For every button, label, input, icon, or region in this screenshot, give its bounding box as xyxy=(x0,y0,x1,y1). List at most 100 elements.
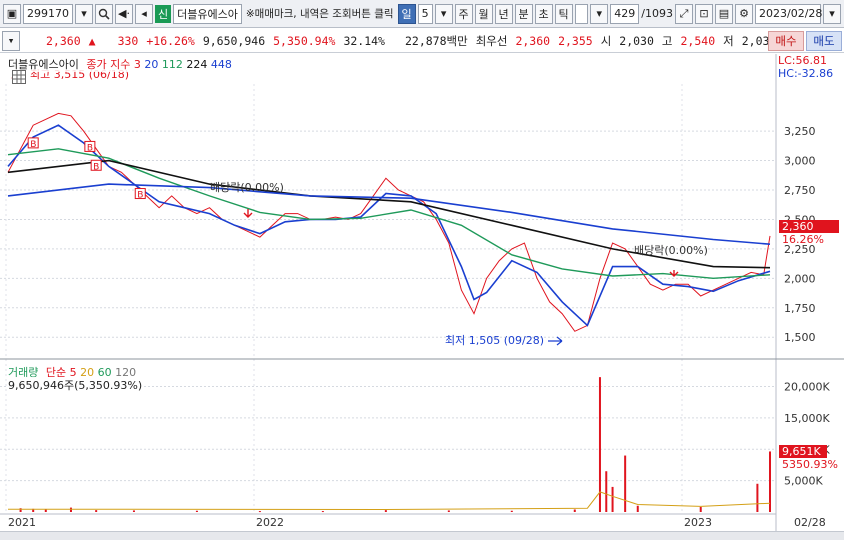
volume-bar xyxy=(258,511,261,513)
current-price: 2,360 xyxy=(46,33,81,48)
period-minute-button[interactable]: 분 xyxy=(514,3,533,24)
period-week-button[interactable]: 주 xyxy=(454,3,473,24)
interval-select[interactable] xyxy=(574,3,589,24)
sound-icon[interactable]: ◀· xyxy=(115,3,133,24)
buy-button[interactable]: 매수 xyxy=(768,31,804,51)
legend-ma448: 448 xyxy=(210,58,232,71)
sell-button[interactable]: 매도 xyxy=(806,31,842,51)
grid-toggle-icon[interactable] xyxy=(12,70,26,84)
count-total: /1093 xyxy=(641,7,673,20)
price-tick-label: 3,250 xyxy=(784,125,816,138)
volume-bar xyxy=(69,507,72,512)
gear-icon[interactable]: ⚙ xyxy=(735,3,753,24)
stock-name: 더블유에스아 xyxy=(173,3,242,24)
volume-tick-label: 20,000K xyxy=(784,381,830,394)
lock-icon[interactable]: ⊡ xyxy=(695,3,713,24)
period-dropdown-icon[interactable]: ▾ xyxy=(434,3,453,24)
open-price: 2,030 xyxy=(619,33,654,48)
price-tick-label: 1,500 xyxy=(784,331,816,344)
dividend-annotation-1: 배당락(0.00%) xyxy=(210,181,284,194)
legend-ma224: 224 xyxy=(186,58,208,71)
bid-price-1: 2,360 xyxy=(515,33,551,48)
dividend-annotation-2: 배당락(0.00%) xyxy=(634,244,708,257)
low-label: 저 xyxy=(723,33,734,48)
search-icon[interactable] xyxy=(95,3,113,24)
turnover-value: 32.14% xyxy=(343,33,385,48)
volume-tick-label: 5,000K xyxy=(784,475,823,488)
open-label: 시 xyxy=(600,33,612,48)
legend-close-label: 종가 지수 3 xyxy=(86,58,141,71)
volume-bar xyxy=(756,483,759,512)
volume-bar xyxy=(195,510,198,512)
current-volume-tag-label: 9,651K xyxy=(782,445,821,458)
volume-bar xyxy=(605,471,608,512)
x-axis-label: 2021 xyxy=(8,516,36,529)
price-change: 330 xyxy=(117,33,139,48)
legend-ma112: 112 xyxy=(161,58,183,71)
high-label: 고 xyxy=(661,33,673,48)
volume-ratio: 5,350.94% xyxy=(273,33,336,48)
bid-price-2: 2,355 xyxy=(558,33,593,48)
period-second-button[interactable]: 초 xyxy=(534,3,553,24)
volume-bar xyxy=(510,510,513,512)
stock-code-input[interactable]: 299170 xyxy=(23,3,73,24)
current-price-tag-label: 2,360 xyxy=(782,220,814,233)
volume-bar xyxy=(624,455,627,512)
volume-tick-label: 15,000K xyxy=(784,412,830,425)
period-year-button[interactable]: 년 xyxy=(494,3,513,24)
x-axis-label: 2023 xyxy=(684,516,712,529)
volume-bar xyxy=(573,509,576,512)
date-input[interactable]: 2023/02/28 xyxy=(755,3,822,24)
b-marker-label: B xyxy=(87,143,93,153)
chart-area[interactable]: B BBB 3,2503,0002,7502,5002,2502,0001,750… xyxy=(0,54,844,531)
period-day-button[interactable]: 일 xyxy=(397,3,416,24)
volume-bar xyxy=(611,486,614,512)
current-volume-pct: 5350.93% xyxy=(782,458,838,471)
volume-bar xyxy=(447,510,450,512)
price-legend: 더블유에스아이 종가 지수 3 20 112 224 448 xyxy=(8,56,232,72)
b-marker-label: B xyxy=(93,162,99,172)
hc-indicator: HC:-32.86 xyxy=(778,67,833,80)
notice-text: ※매매마크, 내역은 조회버튼 클릭 xyxy=(245,8,394,20)
low-annotation: 최저 1,505 (09/28) xyxy=(445,334,544,347)
high-price: 2,540 xyxy=(680,33,716,48)
price-tick-label: 2,000 xyxy=(784,272,816,285)
volume-bar xyxy=(384,510,387,512)
period-tick-button[interactable]: 틱 xyxy=(554,3,573,24)
toolbar: ▣ 299170 ▾ ◀· ◂ 신 더블유에스아 ※매매마크, 내역은 조회버튼… xyxy=(0,0,844,28)
interval-dropdown-icon[interactable]: ▾ xyxy=(590,3,609,24)
volume-bar xyxy=(699,506,702,512)
credit-badge: 신 xyxy=(155,4,172,23)
volume-value: 9,650,946 xyxy=(202,33,266,48)
volume-bar xyxy=(321,511,324,513)
prev-stock-button[interactable]: ◂ xyxy=(135,3,153,24)
volume-bar xyxy=(132,510,135,512)
volume-bar xyxy=(636,505,639,512)
trade-amount: 22,878백만 xyxy=(404,33,468,48)
price-tick-label: 3,000 xyxy=(784,155,816,168)
code-dropdown-icon[interactable]: ▾ xyxy=(75,3,93,24)
volume-bar xyxy=(95,510,98,512)
current-pct-label: 16.26% xyxy=(782,233,824,246)
legend-ma20: 20 xyxy=(144,58,159,71)
x-axis-label: 02/28 xyxy=(794,516,826,529)
expand-icon[interactable]: ⤢ xyxy=(675,3,693,24)
price-tick-label: 2,750 xyxy=(784,184,816,197)
calendar-dropdown-icon[interactable]: ▾ xyxy=(823,3,841,24)
panel-toggle-icon[interactable]: ▣ xyxy=(3,3,21,24)
up-arrow-icon: ▲ xyxy=(88,33,96,48)
count-current-input[interactable]: 429 xyxy=(610,3,640,24)
price-change-pct: +16.26% xyxy=(146,33,195,48)
chart-scrollbar[interactable] xyxy=(0,531,844,540)
x-axis-label: 2022 xyxy=(256,516,284,529)
period-value-input[interactable]: 5 xyxy=(417,3,433,24)
b-marker-label: B xyxy=(30,140,36,150)
price-tick-label: 1,750 xyxy=(784,302,816,315)
pref-label: 최우선 xyxy=(475,33,508,48)
quote-toggle-icon[interactable]: ▾ xyxy=(2,30,20,51)
volume-bar xyxy=(44,509,47,512)
period-month-button[interactable]: 월 xyxy=(474,3,493,24)
volume-value-legend: 9,650,946주(5,350.93%) xyxy=(8,377,143,393)
save-icon[interactable]: ▤ xyxy=(715,3,733,24)
quote-bar: ▾ 2,360 ▲ 330 +16.26% 9,650,946 5,350.94… xyxy=(0,29,844,53)
